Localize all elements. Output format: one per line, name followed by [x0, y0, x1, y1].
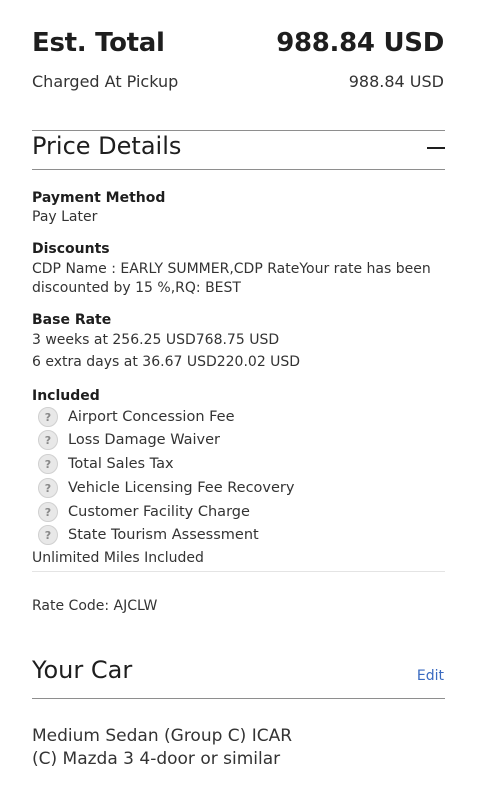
included-item-label: Loss Damage Waiver	[68, 432, 220, 448]
included-item: ? Total Sales Tax	[38, 454, 174, 474]
discounts-heading: Discounts	[32, 241, 110, 257]
help-icon[interactable]: ?	[38, 525, 58, 545]
included-item-label: Airport Concession Fee	[68, 409, 235, 425]
est-total-amount: 988.84 USD	[276, 28, 444, 58]
included-item: ? Airport Concession Fee	[38, 407, 235, 427]
your-car-title: Your Car	[32, 656, 133, 684]
help-icon[interactable]: ?	[38, 407, 58, 427]
divider	[32, 169, 445, 170]
included-item: ? Customer Facility Charge	[38, 502, 250, 522]
est-total-label: Est. Total	[32, 28, 165, 58]
included-item-label: Customer Facility Charge	[68, 504, 250, 520]
discounts-line-1: CDP Name : EARLY SUMMER,CDP RateYour rat…	[32, 261, 431, 277]
divider	[32, 571, 445, 572]
price-details-title[interactable]: Price Details	[32, 132, 181, 160]
payment-method-value: Pay Later	[32, 209, 98, 225]
payment-method-heading: Payment Method	[32, 190, 166, 206]
help-icon[interactable]: ?	[38, 430, 58, 450]
car-model: (C) Mazda 3 4-door or similar	[32, 749, 281, 769]
help-icon[interactable]: ?	[38, 478, 58, 498]
included-item-label: Vehicle Licensing Fee Recovery	[68, 480, 295, 496]
divider	[32, 130, 445, 131]
help-icon[interactable]: ?	[38, 502, 58, 522]
reservation-summary-panel: Est. Total 988.84 USD Charged At Pickup …	[0, 0, 490, 792]
divider	[32, 698, 445, 699]
discounts-line-2: discounted by 15 %,RQ: BEST	[32, 280, 241, 296]
base-rate-line-2: 6 extra days at 36.67 USD220.02 USD	[32, 354, 301, 370]
collapse-icon[interactable]	[427, 147, 445, 149]
included-item: ? Vehicle Licensing Fee Recovery	[38, 478, 294, 498]
charged-at-pickup-label: Charged At Pickup	[32, 72, 179, 91]
included-item: ? State Tourism Assessment	[38, 525, 259, 545]
included-item-label: State Tourism Assessment	[68, 527, 259, 543]
included-heading: Included	[32, 388, 100, 404]
rate-code: Rate Code: AJCLW	[32, 598, 158, 614]
base-rate-line-1: 3 weeks at 256.25 USD768.75 USD	[32, 332, 280, 348]
help-icon[interactable]: ?	[38, 454, 58, 474]
car-class: Medium Sedan (Group C) ICAR	[32, 726, 293, 746]
edit-car-link[interactable]: Edit	[417, 668, 444, 684]
charged-at-pickup-amount: 988.84 USD	[348, 72, 444, 91]
included-item: ? Loss Damage Waiver	[38, 430, 220, 450]
base-rate-heading: Base Rate	[32, 312, 112, 328]
included-item-label: Total Sales Tax	[68, 456, 174, 472]
unlimited-miles-note: Unlimited Miles Included	[32, 550, 204, 566]
